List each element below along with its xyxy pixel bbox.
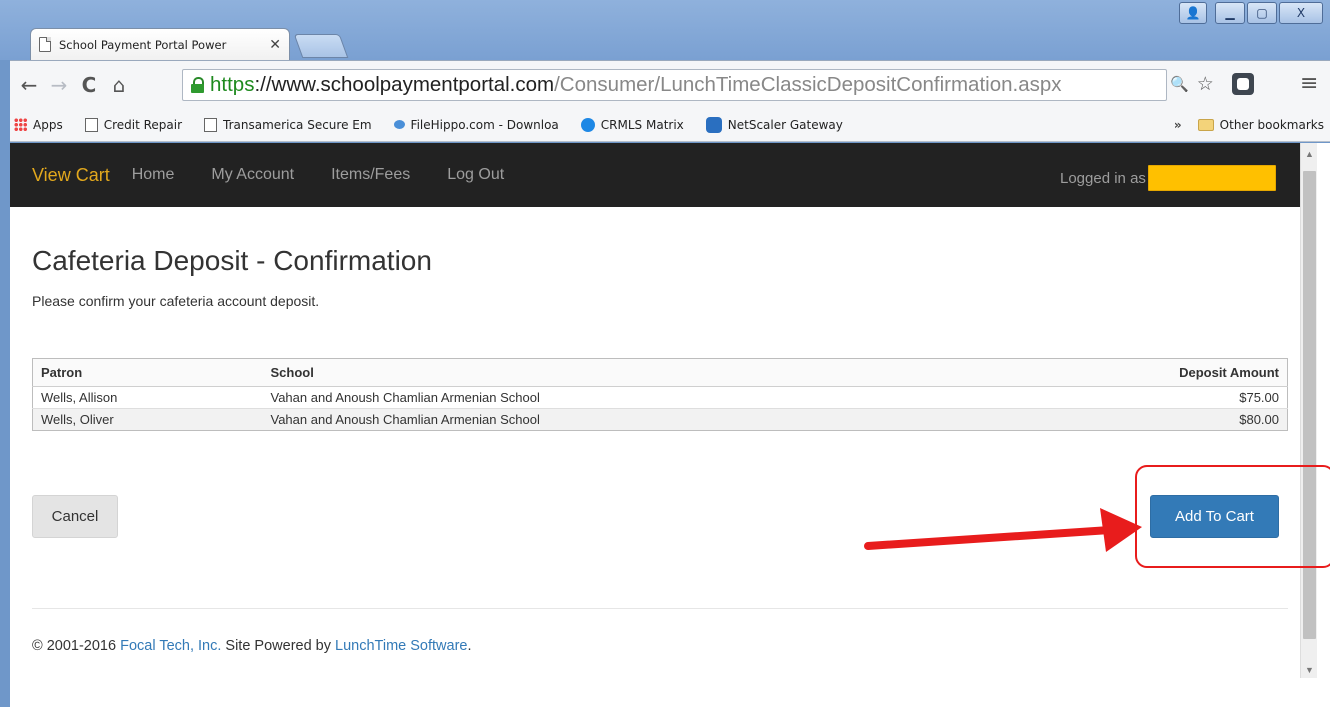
annotation-arrow-icon — [864, 508, 1142, 552]
maximize-button[interactable]: ▢ — [1247, 2, 1277, 24]
apps-grid-icon — [14, 117, 27, 132]
netscaler-icon — [705, 116, 722, 133]
cell-amount: $80.00 — [1062, 408, 1288, 431]
page-icon — [204, 117, 218, 132]
table-row: Wells, Allison Vahan and Anoush Chamlian… — [32, 386, 1288, 409]
folder-icon — [1197, 118, 1214, 131]
site-navbar: View Cart Home My Account Items/Fees Log… — [10, 143, 1300, 207]
nav-items-fees[interactable]: Items/Fees — [331, 166, 410, 184]
scroll-thumb[interactable] — [1303, 171, 1316, 639]
reload-icon[interactable]: C — [74, 73, 104, 97]
cell-amount: $75.00 — [1062, 386, 1288, 409]
bookmark-transamerica[interactable]: Transamerica Secure Em — [204, 117, 372, 132]
browser-tab[interactable]: School Payment Portal Power ✕ — [30, 28, 290, 60]
footer-suffix: . — [467, 638, 472, 654]
omnibox-actions: 🔍 ☆ — [1170, 73, 1214, 95]
deposit-table: Patron School Deposit Amount Wells, Alli… — [32, 358, 1288, 431]
redacted-username — [1147, 165, 1276, 191]
close-tab-icon[interactable]: ✕ — [269, 36, 281, 53]
nav-my-account[interactable]: My Account — [211, 166, 294, 184]
bookmark-credit-repair[interactable]: Credit Repair — [84, 117, 183, 132]
browser-toolbar: ← → C ⌂ https://www.schoolpaymentportal.… — [10, 60, 1330, 108]
bookmark-netscaler[interactable]: NetScaler Gateway — [705, 116, 843, 133]
cell-school: Vahan and Anoush Chamlian Armenian Schoo… — [262, 386, 1063, 409]
bookmarks-bar: Apps Credit Repair Transamerica Secure E… — [10, 108, 1330, 142]
scroll-up-arrow-icon[interactable]: ▲ — [1305, 149, 1314, 159]
scroll-down-arrow-icon[interactable]: ▼ — [1305, 665, 1314, 675]
url-host: ://www.schoolpaymentportal.com — [254, 73, 555, 96]
header-school: School — [262, 358, 1063, 387]
close-window-button[interactable]: X — [1279, 2, 1323, 24]
bookmarks-overflow-button[interactable]: » — [1174, 118, 1182, 132]
footer-copyright: © 2001-2016 — [32, 638, 121, 654]
bookmark-apps[interactable]: Apps — [14, 117, 63, 132]
browser-titlebar: School Payment Portal Power ✕ 👤 ▁ ▢ X — [0, 0, 1330, 60]
cell-patron: Wells, Allison — [32, 386, 263, 409]
bookmark-star-icon[interactable]: ☆ — [1197, 73, 1214, 95]
bookmark-crmls[interactable]: CRMLS Matrix — [580, 117, 684, 132]
url-scheme: https — [210, 73, 255, 96]
bookmarks-right: » Other bookmarks — [1174, 118, 1324, 132]
cancel-button[interactable]: Cancel — [32, 495, 118, 538]
bookmark-label: Transamerica Secure Em — [223, 117, 372, 132]
crmls-icon — [580, 117, 595, 132]
forward-arrow-icon[interactable]: → — [44, 73, 74, 97]
table-row: Wells, Oliver Vahan and Anoush Chamlian … — [32, 408, 1288, 431]
footer-powered-by: Site Powered by — [221, 638, 336, 654]
footer-company-link[interactable]: Focal Tech, Inc. — [120, 638, 221, 654]
bookmark-label: NetScaler Gateway — [727, 117, 843, 132]
page-subtitle: Please confirm your cafeteria account de… — [32, 293, 320, 309]
back-arrow-icon[interactable]: ← — [14, 73, 44, 97]
nav-view-cart[interactable]: View Cart — [32, 165, 110, 186]
other-bookmarks[interactable]: Other bookmarks — [1220, 118, 1324, 132]
tab-title: School Payment Portal Power — [59, 37, 227, 52]
extension-icon[interactable] — [1232, 73, 1254, 95]
url-path: /Consumer/LunchTimeClassicDepositConfirm… — [554, 73, 1062, 96]
page-title: Cafeteria Deposit - Confirmation — [32, 245, 432, 276]
header-patron: Patron — [32, 358, 263, 387]
footer-text: © 2001-2016 Focal Tech, Inc. Site Powere… — [32, 638, 472, 654]
footer-software-link[interactable]: LunchTime Software — [335, 638, 467, 654]
new-tab-button[interactable] — [293, 34, 349, 58]
window-controls: 👤 ▁ ▢ X — [1177, 2, 1323, 26]
nav-home[interactable]: Home — [132, 166, 175, 184]
bookmark-label: CRMLS Matrix — [600, 117, 684, 132]
home-icon[interactable]: ⌂ — [104, 73, 134, 97]
bookmark-label: Apps — [33, 117, 63, 132]
bookmark-label: Credit Repair — [103, 117, 183, 132]
address-bar[interactable]: https://www.schoolpaymentportal.com/Cons… — [182, 69, 1167, 101]
cell-patron: Wells, Oliver — [32, 408, 263, 431]
user-profile-icon[interactable]: 👤 — [1179, 2, 1207, 24]
annotation-highlight-box — [1135, 465, 1330, 568]
minimize-button[interactable]: ▁ — [1215, 2, 1245, 24]
filehippo-icon — [393, 120, 405, 129]
lock-icon — [191, 77, 204, 93]
page-icon — [39, 37, 51, 52]
cell-school: Vahan and Anoush Chamlian Armenian Schoo… — [262, 408, 1063, 431]
page-icon — [84, 117, 98, 132]
page-scrollbar[interactable]: ▲ ▼ — [1300, 143, 1317, 678]
zoom-icon[interactable]: 🔍 — [1170, 75, 1189, 93]
bookmark-filehippo[interactable]: FileHippo.com - Downloa — [393, 117, 559, 132]
nav-log-out[interactable]: Log Out — [447, 166, 504, 184]
header-deposit-amount: Deposit Amount — [1062, 358, 1288, 387]
page-viewport: View Cart Home My Account Items/Fees Log… — [10, 143, 1330, 707]
logged-in-user: Logged in as — [1060, 165, 1276, 191]
table-header-row: Patron School Deposit Amount — [32, 358, 1288, 387]
footer-divider — [32, 608, 1288, 609]
bookmark-label: FileHippo.com - Downloa — [410, 117, 559, 132]
logged-in-label: Logged in as — [1060, 169, 1146, 187]
chrome-menu-icon[interactable]: ≡ — [1300, 71, 1318, 96]
